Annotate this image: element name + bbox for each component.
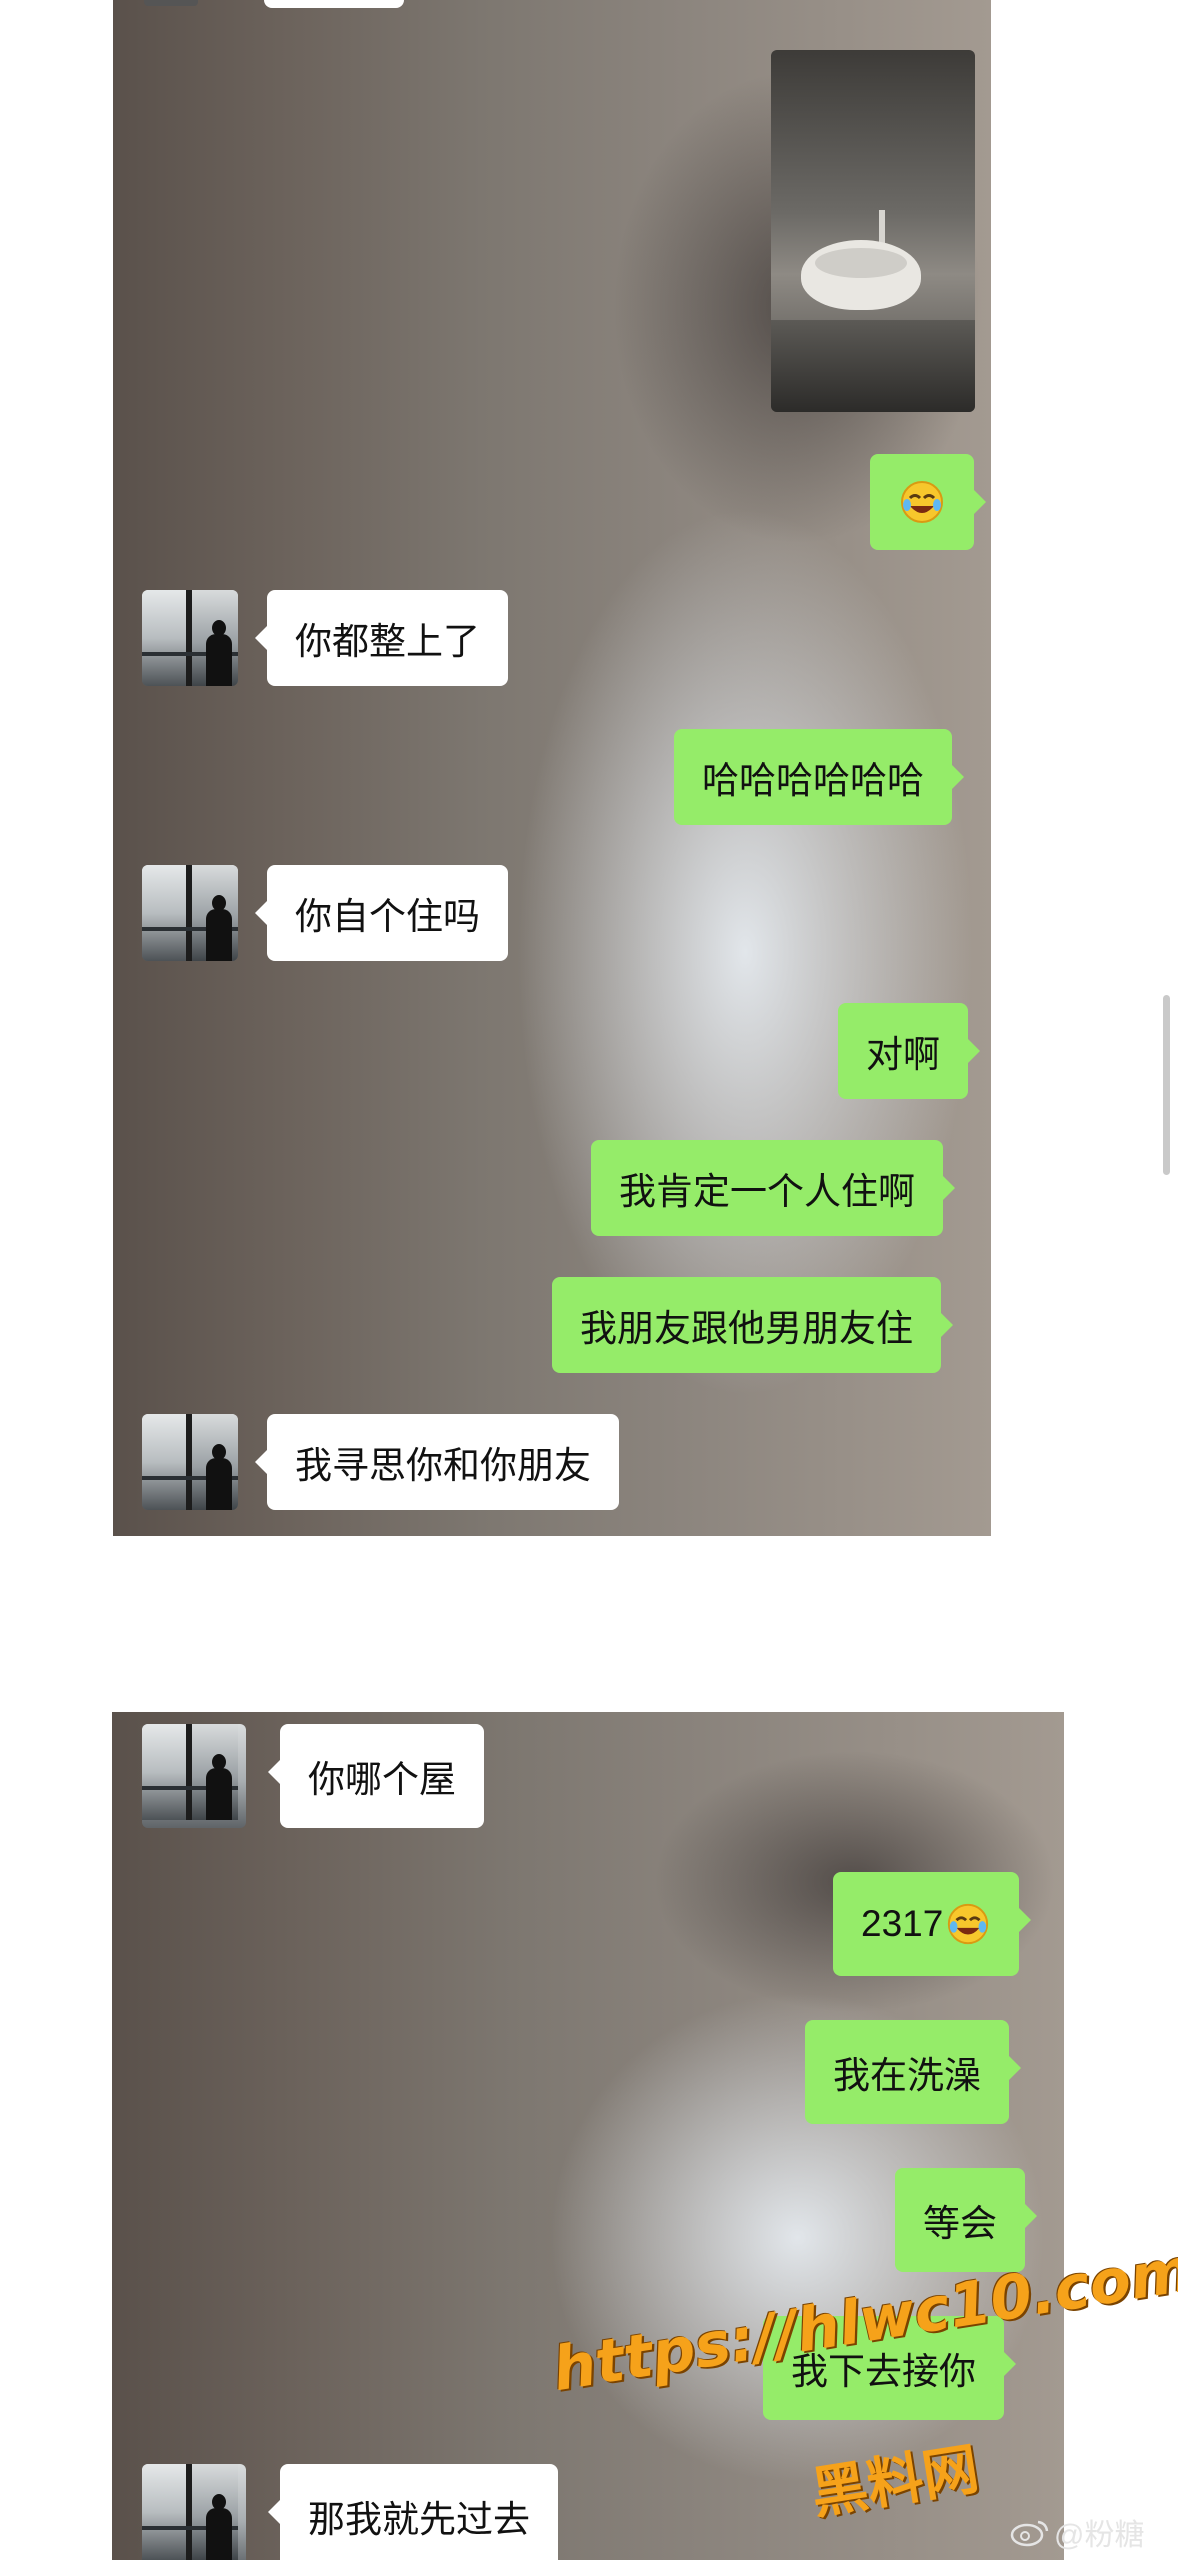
image-message-bathroom[interactable] bbox=[771, 50, 975, 412]
tears-of-joy-emoji bbox=[901, 481, 943, 523]
incoming-message[interactable]: 你都整上了 bbox=[255, 590, 508, 686]
scrollbar-thumb[interactable] bbox=[1163, 995, 1170, 1175]
contact-avatar[interactable] bbox=[142, 1414, 238, 1510]
outgoing-message[interactable]: 对啊 bbox=[838, 1003, 980, 1099]
outgoing-message[interactable]: 2317 bbox=[833, 1872, 1032, 1976]
message-text: 2317 bbox=[861, 1903, 944, 1944]
contact-avatar[interactable] bbox=[142, 1724, 246, 1828]
incoming-message[interactable]: 你哪个屋 bbox=[268, 1724, 484, 1828]
tears-of-joy-emoji bbox=[948, 1903, 989, 1945]
contact-avatar[interactable] bbox=[142, 590, 238, 686]
weibo-handle: @粉糖 bbox=[1054, 2519, 1145, 2552]
outgoing-message[interactable]: 哈哈哈哈哈哈 bbox=[674, 729, 964, 825]
weibo-logo-icon bbox=[1010, 2520, 1049, 2547]
emoji-message[interactable] bbox=[870, 454, 986, 550]
chat-screenshot-1: 你都整上了 哈哈哈哈哈哈 你自个住吗 对啊 我肯定一个人住啊 我朋友跟他男朋友住… bbox=[113, 0, 991, 1536]
incoming-message[interactable]: 我寻思你和你朋友 bbox=[255, 1414, 619, 1510]
avatar-cropped bbox=[144, 0, 198, 6]
contact-avatar[interactable] bbox=[142, 2464, 246, 2560]
incoming-message[interactable]: 你自个住吗 bbox=[255, 865, 508, 961]
outgoing-message[interactable]: 等会 bbox=[895, 2168, 1037, 2272]
contact-avatar[interactable] bbox=[142, 865, 238, 961]
outgoing-message[interactable]: 我朋友跟他男朋友住 bbox=[552, 1277, 953, 1373]
weibo-watermark: @粉糖 bbox=[1010, 2510, 1144, 2554]
outgoing-message[interactable]: 我在洗澡 bbox=[805, 2020, 1021, 2124]
message-bubble-cropped bbox=[264, 0, 404, 8]
incoming-message[interactable]: 那我就先过去 bbox=[268, 2464, 558, 2560]
outgoing-message[interactable]: 我肯定一个人住啊 bbox=[591, 1140, 955, 1236]
